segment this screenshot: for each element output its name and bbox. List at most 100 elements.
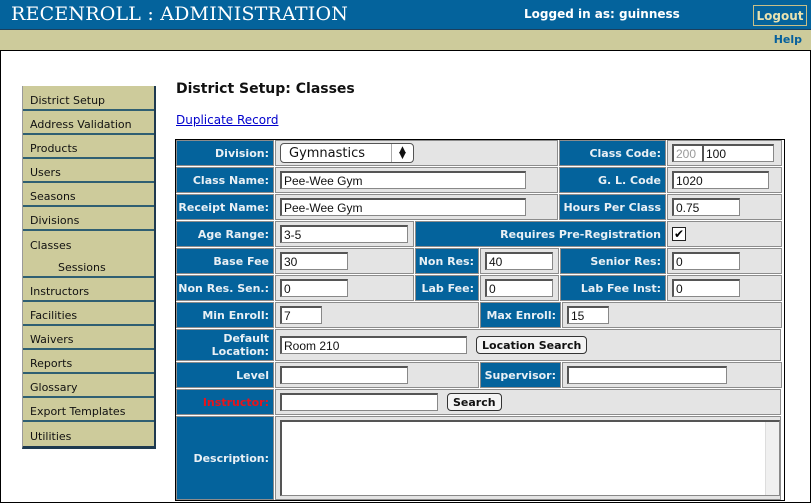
default-location-label-line2: Location: <box>211 345 269 358</box>
form-row-lab-fees: Non Res. Sen.: 0 Lab Fee: 0 Lab Fee Inst… <box>176 275 784 302</box>
senior-res-field[interactable]: 0 <box>672 252 740 270</box>
age-range-cell: 3-5 <box>275 221 414 247</box>
default-location-cell: Room 210 Location Search <box>275 329 781 361</box>
sidebar-item-export-templates[interactable]: Export Templates <box>23 398 154 422</box>
max-enroll-label: Max Enroll: <box>480 302 561 328</box>
form-row-fees: Base Fee 30 Non Res: 40 Senior Res: 0 <box>176 248 784 275</box>
sidebar-item-classes[interactable]: Classes <box>23 231 154 255</box>
non-res-sen-field[interactable]: 0 <box>280 279 348 297</box>
division-cell: Gymnastics ▲ ▼ <box>275 140 558 166</box>
form-row-class-name: Class Name: Pee-Wee Gym G. L. Code 1020 <box>176 167 784 194</box>
min-enroll-cell: 7 <box>275 302 479 328</box>
sidebar-item-sessions[interactable]: Sessions <box>23 255 154 278</box>
requires-prereg-label: Requires Pre-Registration <box>415 221 666 247</box>
default-location-field[interactable]: Room 210 <box>280 336 467 354</box>
description-label: Description: <box>176 416 274 500</box>
app-title: RECENROLL : ADMINISTRATION <box>11 3 349 25</box>
default-location-label-line1: Default <box>223 332 269 345</box>
form-row-level: Level Supervisor: <box>176 362 784 389</box>
lab-fee-field[interactable]: 0 <box>485 279 553 297</box>
min-enroll-field[interactable]: 7 <box>280 306 322 324</box>
sub-header-bar: Help <box>0 30 811 51</box>
class-code-cell: 200 100 <box>667 140 782 166</box>
age-range-label: Age Range: <box>176 221 274 247</box>
base-fee-field[interactable]: 30 <box>280 252 348 270</box>
sidebar-item-address-validation[interactable]: Address Validation <box>23 111 154 135</box>
requires-prereg-cell: ✔ <box>667 221 782 247</box>
form-row-enroll: Min Enroll: 7 Max Enroll: 15 <box>176 302 784 329</box>
age-range-field[interactable]: 3-5 <box>280 225 408 243</box>
sidebar-item-products[interactable]: Products <box>23 135 154 159</box>
help-link[interactable]: Help <box>774 33 802 46</box>
sidebar-item-instructors[interactable]: Instructors <box>23 278 154 302</box>
sidebar-item-waivers[interactable]: Waivers <box>23 326 154 350</box>
gl-code-label: G. L. Code <box>559 167 666 193</box>
gl-code-cell: 1020 <box>667 167 782 193</box>
class-code-prefix-field: 200 <box>672 144 702 162</box>
min-enroll-label: Min Enroll: <box>176 302 274 328</box>
receipt-name-field[interactable]: Pee-Wee Gym <box>280 198 526 216</box>
lab-fee-inst-field[interactable]: 0 <box>672 279 740 297</box>
location-search-button[interactable]: Location Search <box>476 336 588 354</box>
form-row-instructor: Instructor: Search <box>176 389 784 416</box>
level-label: Level <box>176 362 274 388</box>
form-row-location: Default Location: Room 210 Location Sear… <box>176 329 784 362</box>
sidebar-nav: District Setup Address Validation Produc… <box>22 86 156 449</box>
select-arrows-icon: ▲ ▼ <box>391 144 413 162</box>
sidebar-item-users[interactable]: Users <box>23 159 154 183</box>
sidebar-item-district-setup[interactable]: District Setup <box>23 86 154 111</box>
class-code-label: Class Code: <box>559 140 666 166</box>
class-name-label: Class Name: <box>176 167 274 193</box>
logout-button[interactable]: Logout <box>753 5 807 26</box>
non-res-sen-label: Non Res. Sen.: <box>176 275 274 301</box>
non-res-label: Non Res: <box>415 248 479 274</box>
max-enroll-cell: 15 <box>562 302 782 328</box>
default-location-label: Default Location: <box>176 329 274 361</box>
class-name-field[interactable]: Pee-Wee Gym <box>280 171 526 189</box>
sidebar-item-divisions[interactable]: Divisions <box>23 207 154 231</box>
instructor-search-button[interactable]: Search <box>447 393 502 411</box>
class-code-field[interactable]: 100 <box>702 144 774 162</box>
form-row-receipt-name: Receipt Name: Pee-Wee Gym Hours Per Clas… <box>176 194 784 221</box>
instructor-field[interactable] <box>280 393 438 411</box>
supervisor-field[interactable] <box>567 366 727 384</box>
division-label: Division: <box>176 140 274 166</box>
max-enroll-field[interactable]: 15 <box>567 306 609 324</box>
sidebar-item-seasons[interactable]: Seasons <box>23 183 154 207</box>
sidebar-item-utilities[interactable]: Utilities <box>23 422 154 446</box>
division-selected-value: Gymnastics <box>289 145 366 161</box>
form-row-division: Division: Gymnastics ▲ ▼ Class Code: 200 … <box>176 140 784 167</box>
hours-per-class-field[interactable]: 0.75 <box>672 198 740 216</box>
hours-per-class-cell: 0.75 <box>667 194 782 220</box>
receipt-name-cell: Pee-Wee Gym <box>275 194 558 220</box>
non-res-cell: 40 <box>480 248 559 274</box>
duplicate-record-link[interactable]: Duplicate Record <box>176 113 278 127</box>
level-cell <box>275 362 479 388</box>
description-scrollbar[interactable] <box>765 422 779 495</box>
base-fee-label: Base Fee <box>176 248 274 274</box>
supervisor-label: Supervisor: <box>480 362 561 388</box>
hours-per-class-label: Hours Per Class <box>559 194 666 220</box>
instructor-label: Instructor: <box>176 389 274 415</box>
division-select[interactable]: Gymnastics ▲ ▼ <box>280 143 414 163</box>
sidebar-item-facilities[interactable]: Facilities <box>23 302 154 326</box>
description-textarea[interactable] <box>280 420 780 496</box>
lab-fee-inst-label: Lab Fee Inst: <box>560 275 666 301</box>
lab-fee-label: Lab Fee: <box>415 275 479 301</box>
senior-res-cell: 0 <box>667 248 782 274</box>
non-res-field[interactable]: 40 <box>485 252 553 270</box>
level-field[interactable] <box>280 366 408 384</box>
form-row-description: Description: <box>176 416 784 500</box>
base-fee-cell: 30 <box>275 248 414 274</box>
top-header-bar: RECENROLL : ADMINISTRATION Logged in as:… <box>0 0 811 30</box>
form-row-age-range: Age Range: 3-5 Requires Pre-Registration… <box>176 221 784 248</box>
class-form: Division: Gymnastics ▲ ▼ Class Code: 200 … <box>175 139 785 501</box>
logged-in-status: Logged in as: guinness <box>524 7 680 21</box>
gl-code-field[interactable]: 1020 <box>672 171 769 189</box>
lab-fee-inst-cell: 0 <box>667 275 782 301</box>
sidebar-item-glossary[interactable]: Glossary <box>23 374 154 398</box>
class-name-cell: Pee-Wee Gym <box>275 167 558 193</box>
sidebar-item-reports[interactable]: Reports <box>23 350 154 374</box>
senior-res-label: Senior Res: <box>560 248 666 274</box>
requires-prereg-checkbox[interactable]: ✔ <box>672 227 686 241</box>
